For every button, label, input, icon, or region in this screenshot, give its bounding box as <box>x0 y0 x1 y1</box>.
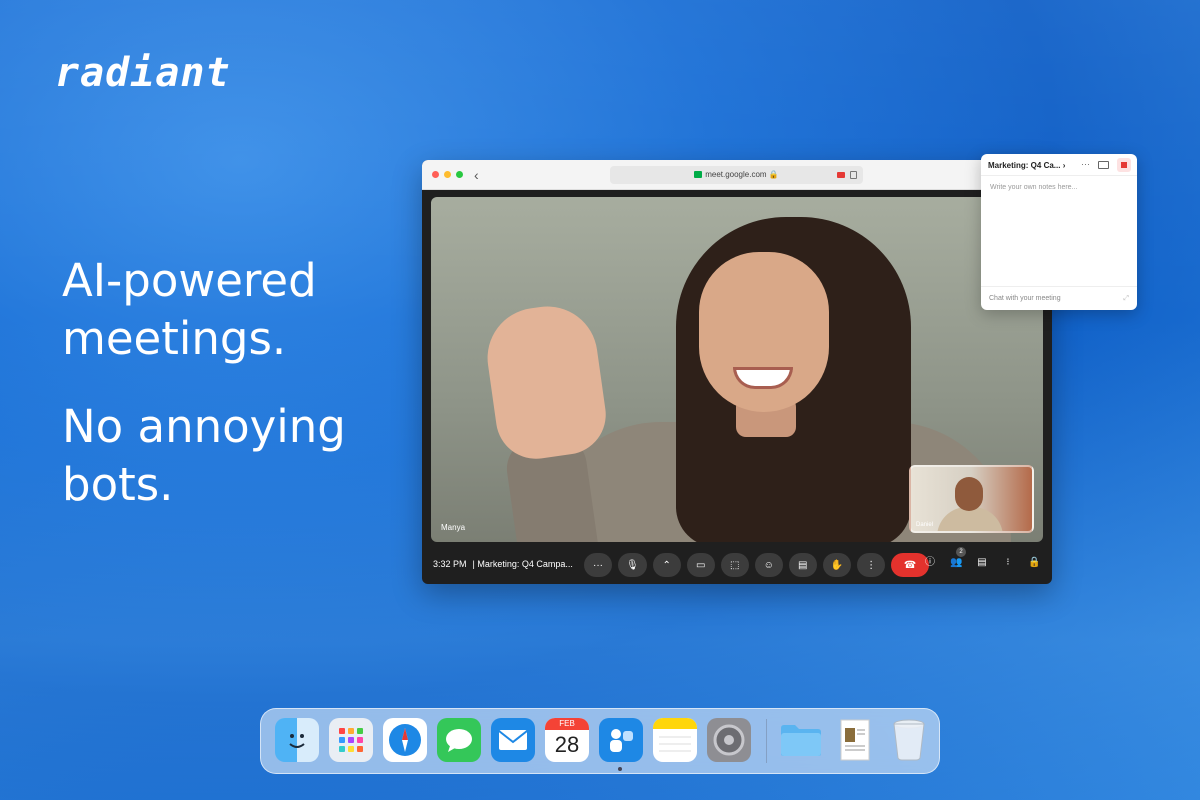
more-vert-button[interactable]: ⋮ <box>857 553 886 577</box>
notes-more-icon[interactable]: ··· <box>1081 159 1090 169</box>
expand-icon[interactable]: ⤢ <box>1123 295 1129 303</box>
browser-toolbar: ‹ meet.google.com 🔒 <box>422 160 1052 190</box>
address-bar[interactable]: meet.google.com 🔒 <box>610 166 863 184</box>
host-controls-icon[interactable]: 🔒 <box>1028 557 1040 569</box>
safari-icon[interactable] <box>383 718 427 762</box>
notes-header: Marketing: Q4 Ca... › ··· <box>981 154 1137 176</box>
trash-icon[interactable] <box>887 718 931 762</box>
notes-panel: Marketing: Q4 Ca... › ··· Write your own… <box>981 154 1137 310</box>
popout-icon[interactable] <box>1098 161 1109 169</box>
more-options-button[interactable]: ··· <box>584 553 612 577</box>
zoom-window-button[interactable] <box>456 171 463 178</box>
info-icon[interactable]: ⓘ <box>924 557 936 569</box>
radiant-app-icon[interactable] <box>599 718 643 762</box>
main-video-tile: Manya Daniel <box>431 197 1043 542</box>
finder-icon[interactable] <box>275 718 319 762</box>
chat-input[interactable]: Chat with your meeting ⤢ <box>981 286 1137 310</box>
chat-placeholder: Chat with your meeting <box>989 295 1061 302</box>
close-window-button[interactable] <box>432 171 439 178</box>
dock-separator <box>766 719 767 763</box>
window-controls <box>432 171 463 178</box>
captions-button[interactable]: ▤ <box>788 553 817 577</box>
meeting-title: | Marketing: Q4 Campa... <box>472 559 573 569</box>
meeting-time: 3:32 PM <box>433 559 467 569</box>
stop-icon <box>1121 162 1127 168</box>
chat-icon[interactable]: ▤ <box>976 557 988 569</box>
present-button[interactable]: ⬚ <box>720 553 749 577</box>
notes-app-header <box>653 718 697 729</box>
emoji-button[interactable]: ☺ <box>754 553 783 577</box>
self-view-head <box>955 477 983 511</box>
participant-count-badge: 2 <box>956 547 966 557</box>
activities-icon[interactable]: ⁝ <box>1002 557 1014 569</box>
back-arrow-icon[interactable]: ‹ <box>474 167 479 183</box>
camera-options-button[interactable]: ⌃ <box>652 553 681 577</box>
brand-logo: radiant <box>55 50 231 96</box>
headline: AI-powered meetings. No annoying bots. <box>62 252 402 544</box>
running-indicator <box>618 767 622 771</box>
people-icon[interactable]: 👥 <box>950 557 962 569</box>
browser-window: ‹ meet.google.com 🔒 Manya Daniel 3:32 PM… <box>422 160 1052 584</box>
calendar-icon[interactable]: FEB 28 <box>545 718 589 762</box>
url-text: meet.google.com <box>705 170 767 179</box>
document-icon[interactable] <box>833 718 877 762</box>
lock-icon: 🔒 <box>768 170 779 179</box>
mic-button[interactable]: 🎙 <box>618 553 647 577</box>
calendar-day: 28 <box>554 732 580 757</box>
notes-title[interactable]: Marketing: Q4 Ca... › <box>988 161 1065 170</box>
stop-recording-button[interactable] <box>1117 158 1131 172</box>
meeting-control-bar: 3:32 PM | Marketing: Q4 Campa... ··· 🎙 ⌃… <box>422 544 1052 584</box>
mail-icon[interactable] <box>491 718 535 762</box>
minimize-window-button[interactable] <box>444 171 451 178</box>
participant-name-pip: Daniel <box>916 522 934 528</box>
meeting-side-icons: ⓘ 👥 ▤ ⁝ 🔒 <box>924 557 1040 569</box>
recording-icon[interactable] <box>837 172 845 178</box>
google-meet-icon <box>694 171 703 179</box>
self-view-tile[interactable]: Daniel <box>909 465 1034 533</box>
cast-icon[interactable] <box>850 171 857 179</box>
folder-icon[interactable] <box>779 718 823 762</box>
calendar-month: FEB <box>545 718 589 730</box>
participant-name-main: Manya <box>441 523 466 532</box>
system-settings-icon[interactable] <box>707 718 751 762</box>
raise-hand-button[interactable]: ✋ <box>822 553 852 577</box>
launchpad-icon[interactable] <box>329 718 373 762</box>
notes-input[interactable]: Write your own notes here... <box>990 184 1077 191</box>
headline-line-1: AI-powered meetings. <box>62 254 317 365</box>
waving-hand <box>481 300 611 464</box>
meeting-controls: ··· 🎙 ⌃ ▭ ⬚ ☺ ▤ ✋ ⋮ ☎ <box>584 553 930 577</box>
headline-line-2: No annoying bots. <box>62 400 346 511</box>
notes-app-icon[interactable] <box>653 718 697 762</box>
camera-button[interactable]: ▭ <box>686 553 715 577</box>
dock: FEB 28 <box>260 708 940 774</box>
messages-icon[interactable] <box>437 718 481 762</box>
